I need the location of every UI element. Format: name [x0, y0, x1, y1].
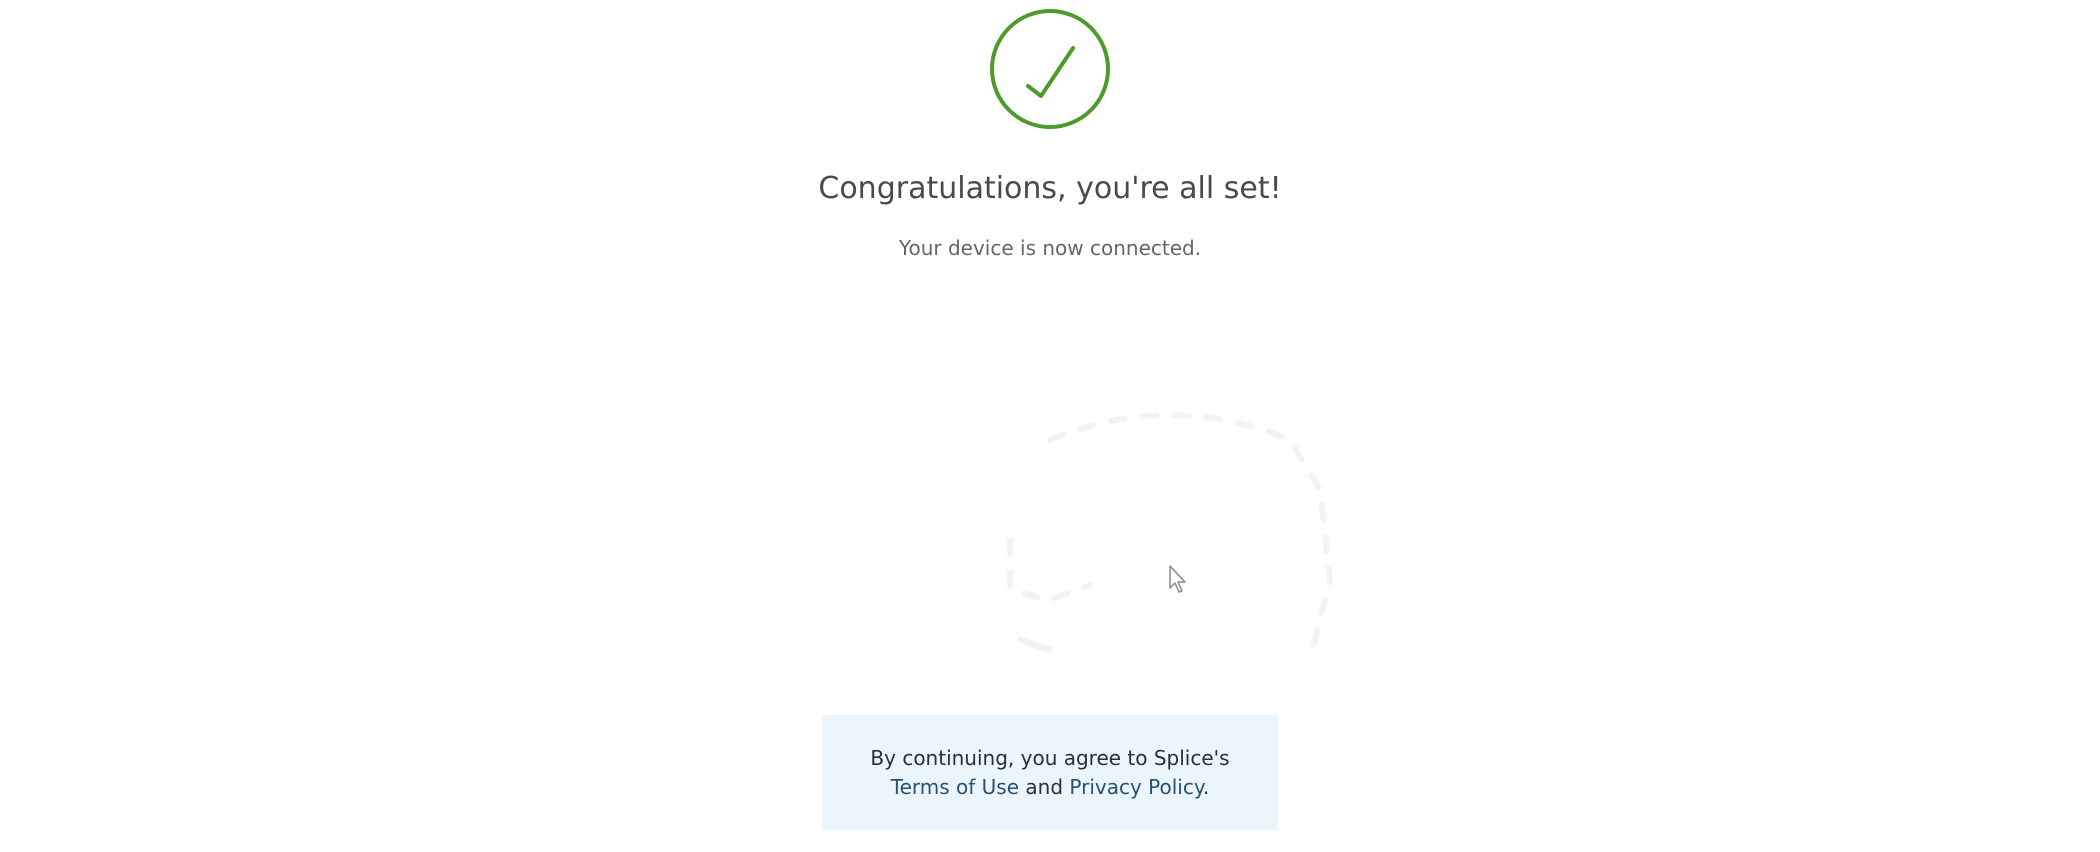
terms-consent-notice: By continuing, you agree to Splice's Ter… [822, 715, 1278, 830]
check-circle-icon [990, 9, 1110, 129]
consent-period: . [1202, 774, 1210, 799]
consent-and-text: and [1019, 774, 1070, 799]
consent-links-line: Terms of Use and Privacy Policy. [891, 773, 1209, 802]
terms-of-use-link[interactable]: Terms of Use [891, 775, 1019, 799]
faded-background-graphic [1007, 412, 1334, 663]
connection-status-text: Your device is now connected. [898, 236, 1202, 260]
connection-success-page: Congratulations, you're all set! Your de… [0, 0, 2100, 852]
page-title: Congratulations, you're all set! [818, 171, 1282, 206]
consent-text: By continuing, you agree to Splice's [870, 745, 1230, 770]
privacy-policy-link[interactable]: Privacy Policy [1069, 775, 1202, 799]
mouse-pointer-icon [1169, 565, 1186, 593]
